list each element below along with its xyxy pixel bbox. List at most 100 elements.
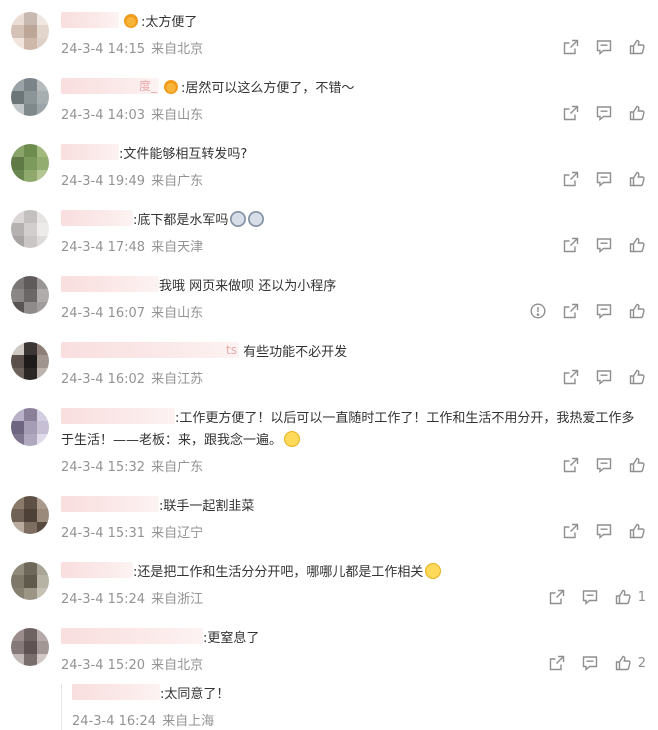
avatar[interactable] bbox=[11, 78, 49, 116]
comment-item: :底下都是水军吗 24-3-4 17:48 来自天津 bbox=[0, 198, 658, 264]
avatar[interactable] bbox=[11, 408, 49, 446]
share-icon bbox=[548, 588, 566, 606]
reply-button[interactable] bbox=[595, 38, 613, 56]
reply-button[interactable] bbox=[595, 368, 613, 386]
avatar[interactable] bbox=[11, 276, 49, 314]
comment-meta: 24-3-4 14:03 来自山东 bbox=[61, 104, 203, 123]
share-button[interactable] bbox=[562, 522, 580, 540]
share-button[interactable] bbox=[548, 654, 566, 672]
comment-item: 我哦 网页来做呗 还以为小程序 24-3-4 16:07 来自山东 bbox=[0, 264, 658, 330]
reply-username[interactable] bbox=[72, 684, 160, 700]
comment-time: 24-3-4 15:32 bbox=[61, 460, 146, 475]
comment-text-continued: 于生活！——老板：来，跟我念一遍。 bbox=[61, 433, 283, 448]
comment-item: :还是把工作和生活分分开吧，哪哪儿都是工作相关 24-3-4 15:24 来自浙江 1 bbox=[0, 550, 658, 616]
comment-item: :文件能够相互转发吗? 24-3-4 19:49 来自广东 bbox=[0, 132, 658, 198]
crown-badge-icon bbox=[164, 80, 178, 94]
comment-location: 来自山东 bbox=[151, 108, 204, 123]
comment-time: 24-3-4 15:20 bbox=[61, 658, 146, 673]
like-button[interactable] bbox=[628, 456, 646, 474]
reply-button[interactable] bbox=[581, 654, 599, 672]
comment-text: :联手一起割韭菜 bbox=[159, 499, 255, 514]
share-button[interactable] bbox=[562, 302, 580, 320]
comment-time: 24-3-4 14:03 bbox=[61, 108, 146, 123]
like-button[interactable]: 2 bbox=[614, 654, 646, 672]
reply-button[interactable] bbox=[595, 236, 613, 254]
avatar[interactable] bbox=[11, 496, 49, 534]
username[interactable] bbox=[61, 144, 119, 160]
comment-location: 来自浙江 bbox=[151, 592, 204, 607]
reply-button[interactable] bbox=[595, 456, 613, 474]
avatar[interactable] bbox=[11, 210, 49, 248]
report-icon bbox=[529, 302, 547, 320]
report-button[interactable] bbox=[529, 302, 547, 320]
comment-actions: 2 bbox=[533, 654, 646, 672]
sticker-emoji-icon bbox=[230, 211, 247, 227]
comment-meta: 24-3-4 16:02 来自江苏 bbox=[61, 368, 203, 387]
share-button[interactable] bbox=[562, 456, 580, 474]
sticker-emoji-icon bbox=[248, 211, 265, 227]
like-button[interactable] bbox=[628, 170, 646, 188]
share-button[interactable] bbox=[562, 104, 580, 122]
comment-meta: 24-3-4 16:07 来自山东 bbox=[61, 302, 203, 321]
comment-icon bbox=[581, 654, 599, 672]
reply-button[interactable] bbox=[595, 302, 613, 320]
username[interactable]: ts bbox=[61, 342, 239, 358]
username[interactable] bbox=[61, 12, 119, 28]
comment-location: 来自辽宁 bbox=[151, 526, 204, 541]
share-button[interactable] bbox=[562, 368, 580, 386]
comment-location: 来自广东 bbox=[151, 174, 204, 189]
reply-button[interactable] bbox=[595, 170, 613, 188]
comment-actions bbox=[547, 522, 646, 540]
username[interactable] bbox=[61, 210, 133, 226]
like-icon bbox=[628, 522, 646, 540]
like-button[interactable] bbox=[628, 522, 646, 540]
comment-icon bbox=[595, 236, 613, 254]
like-icon bbox=[628, 38, 646, 56]
like-button[interactable] bbox=[628, 302, 646, 320]
like-button[interactable] bbox=[628, 38, 646, 56]
username[interactable] bbox=[61, 562, 133, 578]
reply-button[interactable] bbox=[595, 104, 613, 122]
comment-icon bbox=[595, 522, 613, 540]
comment-line: 我哦 网页来做呗 还以为小程序 bbox=[61, 276, 651, 298]
reply-button[interactable] bbox=[595, 522, 613, 540]
comment-actions: 1 bbox=[533, 588, 646, 606]
like-button[interactable]: 1 bbox=[614, 588, 646, 606]
share-button[interactable] bbox=[562, 170, 580, 188]
comment-text: :底下都是水军吗 bbox=[133, 213, 229, 228]
share-button[interactable] bbox=[562, 38, 580, 56]
comment-actions bbox=[547, 456, 646, 474]
username[interactable] bbox=[61, 496, 159, 512]
comment-location: 来自北京 bbox=[151, 658, 204, 673]
share-button[interactable] bbox=[548, 588, 566, 606]
comment-line: 度_:居然可以这么方便了，不错～ bbox=[61, 78, 651, 100]
avatar[interactable] bbox=[11, 12, 49, 50]
like-button[interactable] bbox=[628, 104, 646, 122]
share-button[interactable] bbox=[562, 236, 580, 254]
avatar[interactable] bbox=[11, 562, 49, 600]
comment-icon bbox=[595, 368, 613, 386]
like-icon bbox=[628, 456, 646, 474]
reply-location: 来自上海 bbox=[162, 714, 215, 729]
avatar[interactable] bbox=[11, 144, 49, 182]
comment-time: 24-3-4 15:31 bbox=[61, 526, 146, 541]
reply-button[interactable] bbox=[581, 588, 599, 606]
avatar[interactable] bbox=[11, 628, 49, 666]
share-icon bbox=[548, 654, 566, 672]
username[interactable] bbox=[61, 408, 175, 424]
laugh-emoji-icon bbox=[425, 563, 442, 579]
avatar[interactable] bbox=[11, 342, 49, 380]
comment-line: :太方便了 bbox=[61, 12, 651, 34]
comment-actions bbox=[547, 38, 646, 56]
like-button[interactable] bbox=[628, 236, 646, 254]
reply-line: :太同意了！ bbox=[72, 684, 658, 706]
reply-text: :太同意了！ bbox=[160, 687, 230, 702]
comment-item: :联手一起割韭菜 24-3-4 15:31 来自辽宁 bbox=[0, 484, 658, 550]
comment-location: 来自山东 bbox=[151, 306, 204, 321]
share-icon bbox=[562, 170, 580, 188]
like-button[interactable] bbox=[628, 368, 646, 386]
username[interactable] bbox=[61, 628, 203, 644]
username[interactable]: 度_ bbox=[61, 78, 159, 94]
username[interactable] bbox=[61, 276, 159, 292]
comment-time: 24-3-4 17:48 bbox=[61, 240, 146, 255]
